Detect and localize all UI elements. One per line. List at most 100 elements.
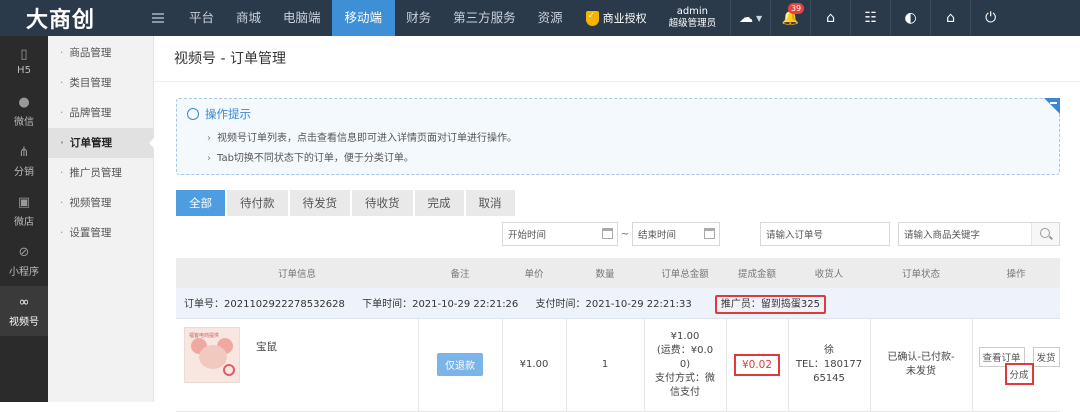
col-unit-price: 单价 xyxy=(502,258,566,288)
topnav-mall[interactable]: 商城 xyxy=(225,0,272,36)
business-auth-label: 商业授权 xyxy=(602,12,647,25)
order-status-tabs: 全部 待付款 待发货 待收货 完成 取消 xyxy=(176,190,517,216)
video-channel-icon: ∞ xyxy=(18,294,30,310)
product-cell: 福客电商提供 宝鼠 xyxy=(176,319,418,411)
topnav-third-party[interactable]: 第三方服务 xyxy=(442,0,527,36)
keyword-search-input[interactable]: 请输入商品关键字 xyxy=(898,222,1060,246)
commission-amount: ¥0.02 xyxy=(733,353,781,376)
sub-sidebar: 商品管理 类目管理 品牌管理 订单管理 推广员管理 视频管理 设置管理 xyxy=(48,36,154,402)
col-quantity: 数量 xyxy=(566,258,644,288)
refund-only-button[interactable]: 仅退款 xyxy=(437,353,483,376)
rail-item-video-channel[interactable]: ∞ 视频号 xyxy=(0,286,48,336)
calendar-icon xyxy=(704,228,715,239)
main-content: 视频号 - 订单管理 操作提示 视频号订单列表，点击查看信息即可进入详情页面对订… xyxy=(154,36,1080,412)
tips-panel: 操作提示 视频号订单列表，点击查看信息即可进入详情页面对订单进行操作。 Tab切… xyxy=(176,98,1060,175)
subnav-categories[interactable]: 类目管理 xyxy=(48,68,153,98)
rail-item-h5[interactable]: ▯ H5 xyxy=(0,36,48,86)
unit-price: ¥1.00 xyxy=(502,318,567,412)
product-thumbnail[interactable]: 福客电商提供 xyxy=(184,326,240,383)
store-icon: ▣ xyxy=(17,194,31,210)
order-no-input[interactable]: 请输入订单号 xyxy=(760,222,890,246)
start-time-field[interactable]: 开始时间 xyxy=(502,222,618,246)
date-filters: 开始时间 ~ 结束时间 xyxy=(502,222,720,246)
order-meta-row: 订单号：2021102922278532628 下单时间：2021-10-29 … xyxy=(176,288,1060,319)
col-receiver: 收货人 xyxy=(788,258,870,288)
order-total: ¥1.00 (运费：¥0.0 0) 支付方式：微 信支付 xyxy=(655,330,715,398)
miniprogram-icon: ⊘ xyxy=(18,244,30,260)
cloud-icon[interactable]: ☁ ▼ xyxy=(730,0,770,36)
logo: 大商创 xyxy=(26,8,96,33)
order-number: 订单号：2021102922278532628 xyxy=(184,299,345,311)
col-order-status: 订单状态 xyxy=(870,258,972,288)
pay-time: 支付时间：2021-10-29 22:21:33 xyxy=(535,299,692,311)
tips-header: 操作提示 xyxy=(187,106,251,122)
lightbulb-icon xyxy=(187,108,199,120)
date-separator: ~ xyxy=(620,228,630,240)
split-commission-button[interactable]: 分成 xyxy=(1004,362,1034,385)
phone-icon: ▯ xyxy=(20,46,28,62)
topnav-pc[interactable]: 电脑端 xyxy=(272,0,332,36)
subnav-videos[interactable]: 视频管理 xyxy=(48,188,153,218)
business-auth-link[interactable]: 商业授权 xyxy=(585,10,647,26)
tab-pending-payment[interactable]: 待付款 xyxy=(227,190,288,216)
col-actions: 操作 xyxy=(972,258,1060,288)
sitemap-icon[interactable]: ☷ xyxy=(850,0,890,36)
topnav-finance[interactable]: 财务 xyxy=(395,0,442,36)
tab-cancelled[interactable]: 取消 xyxy=(465,190,515,216)
admin-info[interactable]: admin 超级管理员 xyxy=(669,6,717,30)
end-time-field[interactable]: 结束时间 xyxy=(632,222,720,246)
order-status: 已确认-已付款- 未发货 xyxy=(887,351,955,377)
menu-toggle-icon[interactable] xyxy=(152,13,164,23)
clear-cache-icon[interactable]: ⌂ xyxy=(930,0,970,36)
ship-button[interactable]: 发货 xyxy=(1032,346,1060,367)
table-header-row: 订单信息 备注 单价 数量 订单总金额 提成金额 收货人 订单状态 操作 xyxy=(176,258,1060,288)
table-row: 福客电商提供 宝鼠 仅退款 ¥1.00 1 ¥1.00 (运费：¥0.0 0) … xyxy=(176,318,1061,412)
tips-line: Tab切换不同状态下的订单，便于分类订单。 xyxy=(207,149,414,164)
order-table: 订单信息 备注 单价 数量 订单总金额 提成金额 收货人 订单状态 操作 订单号… xyxy=(176,258,1060,412)
bell-icon[interactable]: 🔔 39 xyxy=(770,0,810,36)
home-icon[interactable]: ⌂ xyxy=(810,0,850,36)
rail-item-microstore[interactable]: ▣ 微店 xyxy=(0,186,48,236)
subnav-brands[interactable]: 品牌管理 xyxy=(48,98,153,128)
col-order-total: 订单总金额 xyxy=(644,258,726,288)
tab-pending-shipment[interactable]: 待发货 xyxy=(289,190,350,216)
icon-rail: ▯ H5 ● 微信 ⋔ 分销 ▣ 微店 ⊘ 小程序 ∞ 视频号 xyxy=(0,36,48,402)
topnav-resources[interactable]: 资源 xyxy=(527,0,574,36)
topnav-platform[interactable]: 平台 xyxy=(178,0,225,36)
rail-item-miniprogram[interactable]: ⊘ 小程序 xyxy=(0,236,48,286)
calendar-icon xyxy=(602,228,613,239)
promoter-label: 推广员：留到捣蛋325 xyxy=(714,295,826,315)
col-remark: 备注 xyxy=(418,258,502,288)
top-bar: 大商创 平台 商城 电脑端 移动端 财务 第三方服务 资源 商业授权 admin… xyxy=(0,0,1080,36)
order-time: 下单时间：2021-10-29 22:21:26 xyxy=(362,299,519,311)
admin-role: 超级管理员 xyxy=(668,18,717,29)
wechat-icon: ● xyxy=(18,94,30,110)
tips-title: 操作提示 xyxy=(205,107,251,121)
rail-item-wechat[interactable]: ● 微信 xyxy=(0,86,48,136)
thumb-caption: 福客电商提供 xyxy=(189,332,220,339)
keyword-filter: 请输入商品关键字 xyxy=(898,222,1060,246)
product-name[interactable]: 宝鼠 xyxy=(256,339,277,354)
rail-item-distribution[interactable]: ⋔ 分销 xyxy=(0,136,48,186)
order-no-filter: 请输入订单号 xyxy=(760,222,890,246)
top-nav: 平台 商城 电脑端 移动端 财务 第三方服务 资源 xyxy=(178,0,574,36)
subnav-promoters[interactable]: 推广员管理 xyxy=(48,158,153,188)
tab-all[interactable]: 全部 xyxy=(176,190,225,216)
tips-line: 视频号订单列表，点击查看信息即可进入详情页面对订单进行操作。 xyxy=(207,129,517,144)
col-commission: 提成金额 xyxy=(726,258,788,288)
action-buttons: 查看订单 发货 分成 xyxy=(973,319,1061,411)
subnav-settings[interactable]: 设置管理 xyxy=(48,218,153,248)
notification-badge: 39 xyxy=(787,3,805,14)
tab-completed[interactable]: 完成 xyxy=(414,190,464,216)
quantity: 1 xyxy=(566,318,645,412)
admin-name: admin xyxy=(676,6,709,17)
shield-icon xyxy=(585,10,599,26)
subnav-orders[interactable]: 订单管理 xyxy=(48,128,154,158)
topnav-mobile[interactable]: 移动端 xyxy=(331,0,396,36)
palette-icon[interactable]: ◐ xyxy=(890,0,930,36)
collapse-icon[interactable] xyxy=(1044,98,1060,114)
power-icon[interactable]: ⏻ xyxy=(970,0,1010,36)
subnav-products[interactable]: 商品管理 xyxy=(48,38,153,68)
tab-pending-receipt[interactable]: 待收货 xyxy=(352,190,413,216)
search-icon[interactable] xyxy=(1031,223,1059,245)
